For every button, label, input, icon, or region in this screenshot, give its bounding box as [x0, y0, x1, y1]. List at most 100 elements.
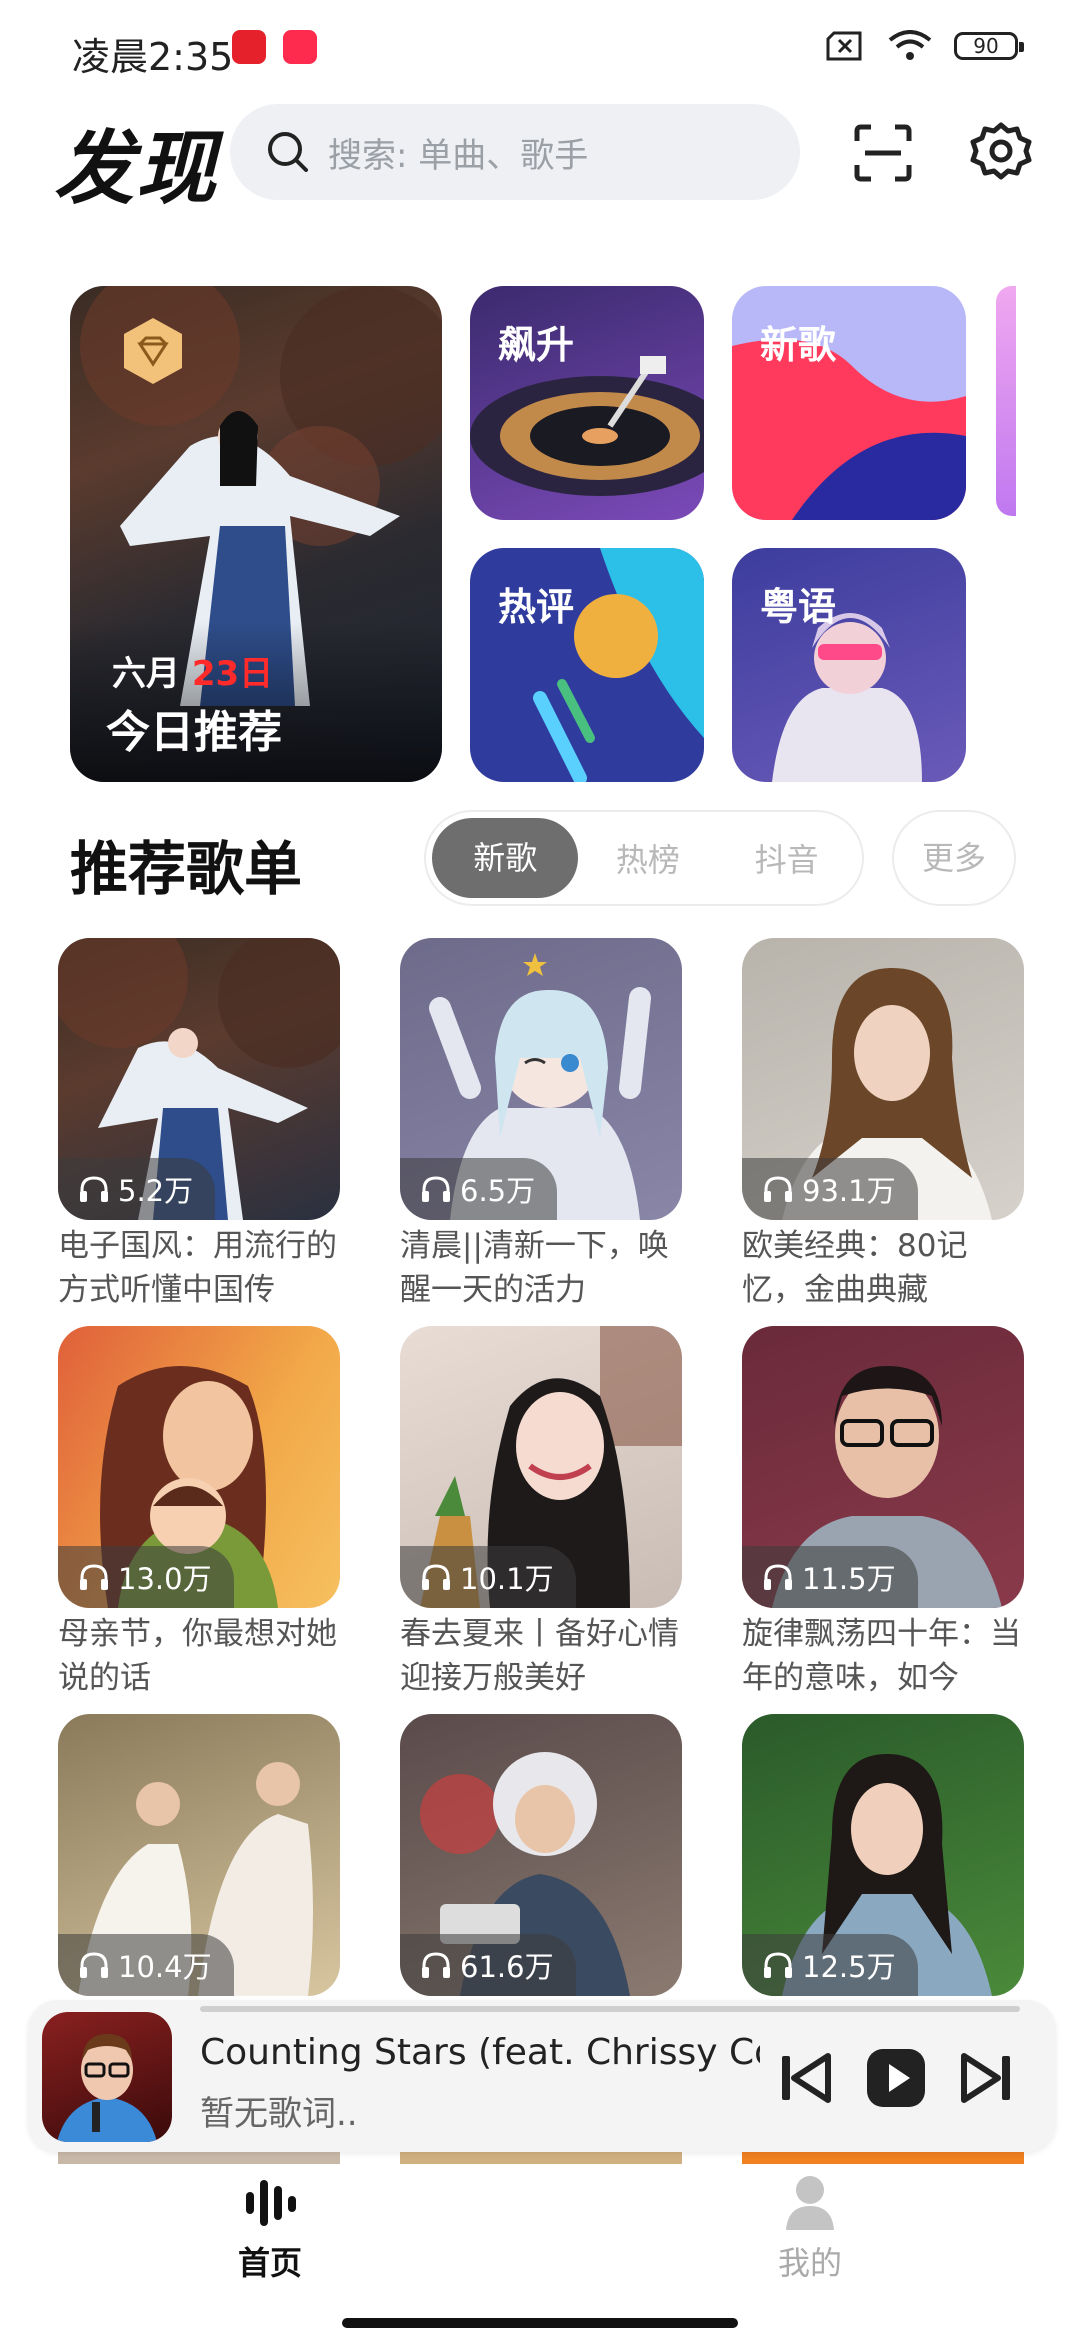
playlist-card[interactable]: 10.1万 春去夏来丨备好心情迎接万般美好 — [400, 1326, 682, 1700]
recommend-date: 六月 23日 — [112, 646, 273, 695]
status-icons: 90 — [826, 30, 1024, 62]
tab-hot[interactable]: 热榜 — [578, 835, 717, 881]
nav-home[interactable]: 首页 — [200, 2170, 340, 2284]
play-count: 10.4万 — [118, 1950, 212, 1984]
home-indicator[interactable] — [342, 2318, 738, 2328]
headphones-icon — [80, 1564, 108, 1590]
play-count: 13.0万 — [118, 1562, 212, 1596]
playlist-title: 欧美经典：80记忆，金曲典藏 — [742, 1228, 968, 1308]
play-count: 61.6万 — [460, 1950, 554, 1984]
play-icon — [867, 2049, 925, 2107]
playlist-title: 春去夏来丨备好心情迎接万般美好 — [400, 1616, 679, 1696]
nav-mine[interactable]: 我的 — [740, 2170, 880, 2284]
play-count-badge: 61.6万 — [400, 1934, 576, 1996]
song-lyric: 暂无歌词.. — [200, 2094, 358, 2134]
skip-previous-icon — [782, 2053, 831, 2103]
playlist-cover: 13.0万 — [58, 1326, 340, 1608]
play-button[interactable] — [864, 2046, 928, 2110]
notification-app-icon — [232, 30, 266, 64]
sim-off-icon — [826, 31, 862, 61]
play-count-badge: 12.5万 — [742, 1934, 918, 1996]
progress-bar[interactable] — [200, 2006, 1020, 2012]
play-count-badge: 11.5万 — [742, 1546, 918, 1608]
playlist-cover: 93.1万 — [742, 938, 1024, 1220]
tile-label: 粤语 — [760, 585, 837, 629]
skip-next-icon — [961, 2053, 1010, 2103]
recommend-label: 今日推荐 — [106, 707, 282, 758]
chart-tile-rising[interactable]: 飙升 — [470, 286, 704, 520]
playlist-cover: 6.5万 — [400, 938, 682, 1220]
play-count-badge: 10.1万 — [400, 1546, 576, 1608]
headphones-icon — [80, 1176, 108, 1202]
date-month: 六月 — [112, 654, 180, 694]
album-art[interactable] — [42, 2012, 172, 2142]
scan-button[interactable] — [846, 116, 920, 190]
playlist-title: 旋律飘荡四十年：当年的意味，如今 — [742, 1616, 1021, 1696]
chart-tile-cantonese[interactable]: 粤语 — [732, 548, 966, 782]
scan-icon — [854, 124, 912, 182]
notification-app-icon — [283, 30, 317, 64]
play-count-badge: 10.4万 — [58, 1934, 234, 1996]
play-count: 93.1万 — [802, 1174, 896, 1208]
playlist-title: 母亲节，你最想对她说的话 — [58, 1616, 337, 1696]
battery-indicator: 90 — [954, 32, 1024, 60]
search-icon — [268, 132, 308, 172]
chart-tile-new[interactable]: 新歌 — [732, 286, 966, 520]
vip-diamond-icon — [124, 318, 182, 384]
next-row-peek — [58, 2150, 340, 2164]
play-count: 5.2万 — [118, 1174, 194, 1208]
headphones-icon — [764, 1564, 792, 1590]
headphones-icon — [80, 1952, 108, 1978]
playlist-card[interactable]: 11.5万 旋律飘荡四十年：当年的意味，如今 — [742, 1326, 1024, 1700]
playlist-card[interactable]: 5.2万 电子国风：用流行的方式听懂中国传 — [58, 938, 340, 1312]
next-row-peek — [400, 2150, 682, 2164]
next-row-peek — [742, 2150, 1024, 2164]
next-tile-peek — [996, 286, 1016, 516]
tile-label: 热评 — [498, 585, 575, 629]
date-day: 23日 — [191, 654, 274, 694]
more-button[interactable]: 更多 — [892, 810, 1016, 906]
playlist-card[interactable]: 13.0万 母亲节，你最想对她说的话 — [58, 1326, 340, 1700]
play-count-badge: 93.1万 — [742, 1158, 918, 1220]
tab-new[interactable]: 新歌 — [432, 818, 579, 898]
daily-recommend-card[interactable]: 六月 23日 今日推荐 — [70, 286, 442, 782]
playlist-cover: 10.1万 — [400, 1326, 682, 1608]
play-count: 10.1万 — [460, 1562, 554, 1596]
song-title: Counting Stars (feat. Chrissy Co... — [200, 2032, 760, 2073]
playlist-title: 电子国风：用流行的方式听懂中国传 — [58, 1228, 337, 1308]
tile-label: 飙升 — [498, 323, 575, 367]
play-count: 6.5万 — [460, 1174, 536, 1208]
playlist-cover: 11.5万 — [742, 1326, 1024, 1608]
headphones-icon — [422, 1952, 450, 1978]
playlist-card[interactable]: 12.5万 — [742, 1714, 1024, 1996]
settings-button[interactable] — [964, 116, 1038, 190]
search-input[interactable]: 搜索: 单曲、歌手 — [230, 104, 800, 200]
wifi-icon — [888, 30, 932, 60]
home-music-icon — [246, 2180, 296, 2226]
user-icon — [786, 2176, 834, 2230]
playlist-cover: 5.2万 — [58, 938, 340, 1220]
playlist-card[interactable]: 6.5万 清晨||清新一下，唤醒一天的活力 — [400, 938, 682, 1312]
chart-tile-hot-comments[interactable]: 热评 — [470, 548, 704, 782]
page-title: 发现 — [54, 122, 218, 215]
playlist-cover: 61.6万 — [400, 1714, 682, 1996]
play-count: 12.5万 — [802, 1950, 896, 1984]
previous-button[interactable] — [776, 2050, 836, 2106]
play-count-badge: 13.0万 — [58, 1546, 234, 1608]
headphones-icon — [422, 1176, 450, 1202]
playlist-tabs: 新歌 热榜 抖音 — [424, 810, 864, 906]
tab-douyin[interactable]: 抖音 — [717, 835, 856, 881]
playlist-card[interactable]: 10.4万 — [58, 1714, 340, 1996]
gear-icon — [970, 122, 1032, 180]
nav-home-label: 首页 — [237, 2244, 302, 2282]
playlist-cover: 12.5万 — [742, 1714, 1024, 1996]
play-count: 11.5万 — [802, 1562, 896, 1596]
playlist-card[interactable]: 93.1万 欧美经典：80记忆，金曲典藏 — [742, 938, 1024, 1312]
playlist-card[interactable]: 61.6万 — [400, 1714, 682, 1996]
status-time: 凌晨2:35 — [72, 35, 234, 79]
play-count-badge: 6.5万 — [400, 1158, 558, 1220]
playlist-title: 清晨||清新一下，唤醒一天的活力 — [400, 1228, 669, 1308]
headphones-icon — [764, 1952, 792, 1978]
headphones-icon — [422, 1564, 450, 1590]
next-button[interactable] — [956, 2050, 1016, 2106]
